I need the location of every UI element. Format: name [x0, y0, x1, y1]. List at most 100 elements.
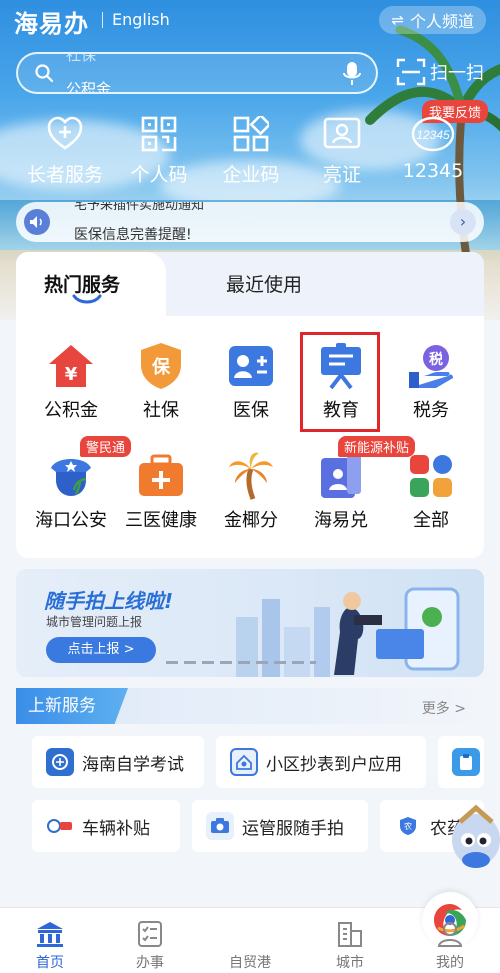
- notice-text: 医保信息完善提醒!: [74, 227, 192, 242]
- id-card-icon: [323, 117, 361, 149]
- new-service-transport-report[interactable]: 运管服随手拍: [192, 800, 368, 852]
- camera-report-icon: [206, 812, 234, 840]
- microphone-icon[interactable]: [342, 61, 362, 87]
- health-kit-icon: [139, 454, 183, 496]
- education-highlight-box: [300, 332, 380, 432]
- service-hai-yi-dui[interactable]: 海易兑: [296, 450, 386, 532]
- quick-item-label: 长者服务: [26, 164, 103, 186]
- checklist-icon: [138, 921, 162, 947]
- scan-button[interactable]: 扫一扫: [396, 58, 484, 86]
- service-label: 公积金: [44, 400, 98, 421]
- new-services-heading: 上新服务: [16, 688, 128, 724]
- quick-item-show-license[interactable]: 亮证: [297, 112, 387, 187]
- search-placeholder: 公积金: [66, 80, 112, 94]
- quick-item-elder-service[interactable]: 长者服务: [20, 112, 110, 187]
- nav-services[interactable]: 办事: [100, 908, 200, 973]
- more-link[interactable]: 更多 >: [422, 698, 466, 718]
- service-housing-fund[interactable]: ¥ 公积金: [26, 340, 116, 422]
- new-service-self-study-exam[interactable]: 海南自学考试: [32, 736, 204, 788]
- speaker-icon: [24, 209, 50, 235]
- svg-text:¥: ¥: [65, 364, 78, 385]
- service-label: 医保: [233, 400, 269, 421]
- quick-actions: 长者服务 个人码 企业码 亮证 12345 12345: [0, 112, 500, 192]
- service-social-security[interactable]: 保 社保: [116, 340, 206, 422]
- nav-home[interactable]: 首页: [0, 908, 100, 973]
- service-coconut-points[interactable]: 金椰分: [206, 450, 296, 532]
- tab-indicator: [72, 294, 102, 304]
- quick-item-enterprise-code[interactable]: 企业码: [206, 112, 296, 187]
- medical-insurance-icon: [229, 346, 273, 386]
- new-service-label: 车辆补贴: [82, 818, 150, 839]
- language-switch[interactable]: English: [112, 10, 170, 29]
- heart-plus-icon: [47, 116, 83, 150]
- nav-label: 办事: [136, 955, 164, 971]
- qr-code-icon: [141, 116, 177, 152]
- search-placeholder-prev: 社保: [66, 52, 97, 64]
- service-label: 海易兑: [314, 510, 368, 531]
- service-label: 全部: [413, 510, 449, 531]
- chevron-right-icon[interactable]: ›: [450, 209, 476, 235]
- snapshot-report-banner[interactable]: 随手拍上线啦! 城市管理问题上报 点击上报 >: [16, 569, 484, 677]
- svg-text:保: 保: [151, 356, 171, 378]
- nav-label: 城市: [336, 955, 364, 971]
- top-bar: 海易办 English ⇌ 个人频道: [0, 4, 500, 38]
- scan-label: 扫一扫: [430, 63, 484, 84]
- personal-channel-label: 个人频道: [409, 12, 474, 31]
- swap-icon: ⇌: [391, 11, 404, 29]
- service-label: 金椰分: [224, 510, 278, 531]
- search-icon: [35, 64, 54, 83]
- nav-label: 我的: [436, 955, 464, 971]
- report-button[interactable]: 点击上报 >: [46, 637, 156, 663]
- tab-hot-services-label: 热门服务: [44, 274, 121, 296]
- service-label: 社保: [143, 400, 179, 421]
- all-apps-icon: [410, 455, 452, 497]
- banner-title: 随手拍上线啦!: [44, 589, 174, 613]
- new-service-clipboard[interactable]: [438, 736, 484, 788]
- exchange-icon: [321, 454, 361, 498]
- service-three-medical-health[interactable]: 三医健康: [116, 450, 206, 532]
- profile-icon: [437, 922, 463, 947]
- service-label: 税务: [413, 400, 449, 421]
- clipboard-icon: [452, 748, 480, 776]
- svg-text:农: 农: [404, 821, 412, 831]
- new-service-label: 小区抄表到户应用: [266, 754, 402, 775]
- nav-profile[interactable]: 我的: [400, 908, 500, 973]
- pesticide-icon: 农: [394, 812, 422, 840]
- city-icon: [338, 922, 362, 947]
- nav-label: 自贸港: [229, 955, 271, 971]
- personal-channel-button[interactable]: ⇌ 个人频道: [379, 6, 486, 34]
- quick-item-hotline[interactable]: 12345 12345: [388, 112, 478, 182]
- enterprise-grid-icon: [233, 116, 269, 152]
- quick-item-label: 12345: [402, 160, 464, 182]
- home-building-icon: [37, 922, 63, 947]
- meter-reading-icon: [230, 748, 258, 776]
- coconut-tree-icon: [229, 452, 273, 500]
- new-service-label: 运管服随手拍: [242, 818, 344, 839]
- service-label: 海口公安: [35, 510, 107, 531]
- nav-city[interactable]: 城市: [300, 908, 400, 973]
- search-input[interactable]: 社保 公积金: [16, 52, 378, 94]
- svg-text:12345: 12345: [416, 128, 450, 142]
- quick-item-personal-code[interactable]: 个人码: [114, 112, 204, 187]
- assistant-mascot[interactable]: [446, 800, 500, 878]
- banner-subtitle: 城市管理问题上报: [46, 615, 143, 629]
- tax-icon: 税: [409, 345, 453, 388]
- quick-item-label: 企业码: [222, 164, 280, 186]
- divider: [102, 12, 103, 28]
- social-security-icon: 保: [141, 343, 181, 389]
- scan-icon: [396, 58, 426, 86]
- service-haikou-police[interactable]: 海口公安: [26, 450, 116, 532]
- app-logo: 海易办: [14, 10, 89, 38]
- new-service-vehicle-subsidy[interactable]: 车辆补贴: [32, 800, 180, 852]
- service-tax[interactable]: 税 税务: [386, 340, 476, 422]
- nav-free-trade-port[interactable]: 自贸港: [200, 892, 478, 973]
- tab-recent-used[interactable]: 最近使用: [226, 270, 302, 297]
- police-icon: [51, 459, 91, 496]
- svg-text:税: 税: [429, 351, 443, 368]
- quick-item-label: 亮证: [322, 164, 361, 186]
- service-all[interactable]: 全部: [386, 450, 476, 532]
- service-medical-insurance[interactable]: 医保: [206, 340, 296, 422]
- notice-bar[interactable]: 宅予采插件实施动通知 医保信息完善提醒! ›: [16, 202, 484, 242]
- new-service-meter-reading[interactable]: 小区抄表到户应用: [216, 736, 426, 788]
- new-services-section: 上新服务 更多 > 海南自学考试 小区抄表到户应用 车辆补贴 运管服随手拍 农 …: [16, 688, 484, 900]
